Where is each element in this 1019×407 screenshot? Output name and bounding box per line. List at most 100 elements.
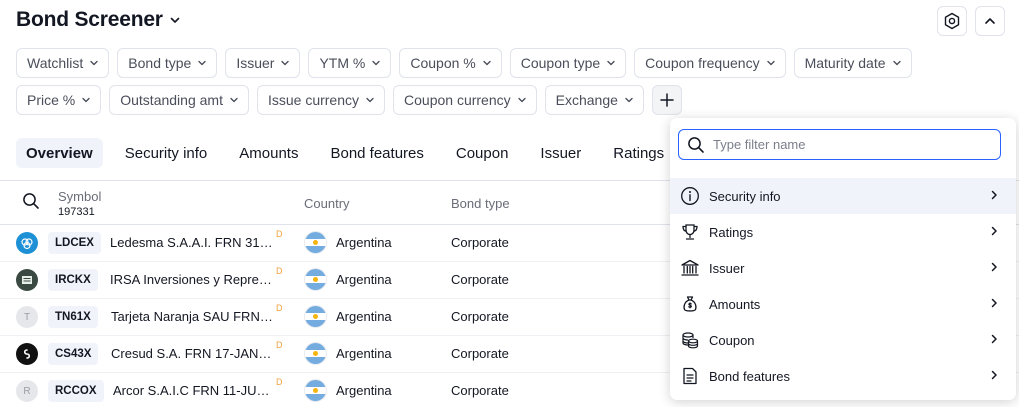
bond-name[interactable]: Arcor S.A.I.C FRN 11-JUN…	[113, 383, 277, 398]
filter-label: Price %	[27, 92, 76, 108]
chevron-down-icon	[372, 60, 381, 66]
tab-bond-features[interactable]: Bond features	[320, 138, 433, 168]
filter-label: Issue currency	[267, 92, 360, 108]
add-filter-button[interactable]	[651, 85, 682, 115]
chevron-down-icon	[625, 97, 633, 103]
symbol-badge[interactable]: LDCEX	[48, 232, 101, 254]
chevron-down-icon	[607, 60, 615, 66]
filter-issuer[interactable]: Issuer	[225, 48, 301, 78]
chevron-right-icon	[991, 370, 997, 380]
bank-icon	[680, 258, 700, 278]
symbol-badge[interactable]: RCCOX	[48, 380, 104, 402]
argentina-flag-icon	[304, 231, 327, 254]
issuer-logo	[16, 343, 38, 365]
filter-price-pct[interactable]: Price %	[16, 85, 102, 115]
menu-item-coupon[interactable]: Coupon	[670, 322, 1016, 358]
filter-coupon-frequency[interactable]: Coupon frequency	[634, 48, 786, 78]
chevron-down-icon	[281, 60, 290, 66]
issuer-logo	[16, 269, 38, 291]
bond-name[interactable]: Ledesma S.A.A.I. FRN 31-…	[110, 235, 274, 250]
menu-item-label: Security info	[709, 188, 781, 204]
filter-search-box[interactable]	[678, 129, 1001, 160]
filter-label: Watchlist	[27, 55, 84, 71]
filter-label: Outstanding amt	[120, 92, 223, 108]
filter-label: Bond type	[128, 55, 192, 71]
filter-issue-currency[interactable]: Issue currency	[256, 85, 386, 115]
menu-item-bond-features[interactable]: Bond features	[670, 358, 1016, 394]
chevron-down-icon	[483, 60, 491, 66]
filter-outstanding-amt[interactable]: Outstanding amt	[109, 85, 249, 115]
issuer-logo: R	[16, 380, 38, 402]
filter-watchlist[interactable]: Watchlist	[16, 48, 110, 78]
chevron-down-icon	[90, 60, 98, 66]
filter-coupon-currency[interactable]: Coupon currency	[393, 85, 537, 115]
chevron-up-icon	[985, 18, 995, 24]
filter-bond-type[interactable]: Bond type	[117, 48, 218, 78]
menu-item-issuer[interactable]: Issuer	[670, 250, 1016, 286]
tab-coupon[interactable]: Coupon	[446, 138, 519, 168]
gear-icon	[944, 12, 960, 30]
symbol-badge[interactable]: CS43X	[48, 343, 99, 365]
bond-type-header[interactable]: Bond type	[451, 196, 510, 211]
column-set-tabs: Overview Security info Amounts Bond feature…	[16, 138, 686, 168]
bond-name[interactable]: IRSA Inversiones y Repres…	[110, 272, 274, 287]
tab-overview[interactable]: Overview	[16, 138, 103, 168]
search-icon	[688, 136, 704, 153]
plus-icon	[660, 93, 674, 107]
delayed-marker: D	[276, 340, 283, 350]
tab-security-info[interactable]: Security info	[115, 138, 218, 168]
filter-coupon-type[interactable]: Coupon type	[509, 48, 627, 78]
filter-exchange[interactable]: Exchange	[544, 85, 644, 115]
page-title: Bond Screener	[16, 8, 163, 31]
settings-button[interactable]	[937, 6, 967, 36]
menu-item-label: Amounts	[709, 296, 761, 312]
logo-letter: T	[23, 311, 31, 323]
issuer-logo	[16, 232, 38, 254]
chevron-down-icon	[230, 97, 238, 103]
delayed-marker: D	[276, 377, 283, 387]
filter-coupon-pct[interactable]: Coupon %	[399, 48, 502, 78]
bond-name[interactable]: Cresud S.A. FRN 17-JAN-…	[111, 346, 275, 361]
menu-item-amounts[interactable]: Amounts	[670, 286, 1016, 322]
tab-amounts[interactable]: Amounts	[229, 138, 308, 168]
symbol-header[interactable]: Symbol	[58, 189, 101, 204]
filter-label: Coupon type	[520, 55, 601, 71]
symbol-count: 197331	[58, 206, 95, 218]
menu-item-label: Issuer	[709, 260, 745, 276]
collapse-button[interactable]	[975, 6, 1005, 36]
search-icon[interactable]	[22, 192, 40, 210]
filter-label: Coupon currency	[404, 92, 511, 108]
symbol-badge[interactable]: TN61X	[48, 306, 98, 328]
issuer-logo: T	[16, 306, 38, 328]
menu-item-label: Bond features	[709, 368, 790, 384]
money-bag-icon	[680, 294, 700, 314]
argentina-flag-icon	[304, 305, 327, 328]
filter-label: Coupon %	[410, 55, 476, 71]
coins-icon	[680, 330, 700, 350]
filter-row-2: Price % Outstanding amt Issue currency Coup…	[16, 85, 1006, 115]
tab-ratings[interactable]: Ratings	[603, 138, 674, 168]
filter-search-input[interactable]	[713, 137, 983, 152]
tab-issuer[interactable]: Issuer	[530, 138, 591, 168]
menu-item-security-info[interactable]: Security info	[670, 178, 1016, 214]
screener-title-dropdown[interactable]: Bond Screener	[16, 8, 181, 32]
country-cell: Argentina	[336, 309, 392, 324]
trophy-icon	[680, 222, 700, 242]
argentina-flag-icon	[304, 268, 327, 291]
filter-label: Issuer	[236, 55, 275, 71]
filter-label: YTM %	[319, 55, 366, 71]
chevron-right-icon	[991, 226, 997, 236]
country-cell: Argentina	[336, 383, 392, 398]
bond-type-cell: Corporate	[451, 383, 509, 398]
country-header[interactable]: Country	[304, 196, 350, 211]
bond-type-cell: Corporate	[451, 309, 509, 324]
add-filter-dropdown: Security info Ratings Issuer Amounts Coupon B…	[670, 118, 1016, 400]
filter-ytm-pct[interactable]: YTM %	[308, 48, 392, 78]
symbol-badge[interactable]: IRCKX	[48, 269, 98, 291]
chevron-down-icon	[198, 60, 207, 66]
bond-name[interactable]: Tarjeta Naranja SAU FRN …	[111, 309, 275, 324]
chevron-right-icon	[991, 190, 997, 200]
filter-maturity-date[interactable]: Maturity date	[793, 48, 912, 78]
menu-item-ratings[interactable]: Ratings	[670, 214, 1016, 250]
bond-type-cell: Corporate	[451, 346, 509, 361]
